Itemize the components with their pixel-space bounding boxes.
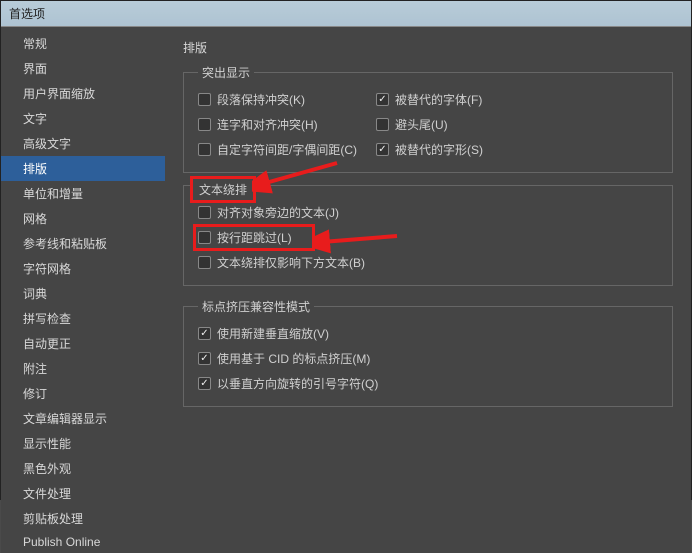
main-groups-highlight-opt-3[interactable]: 避头尾(U) [376, 116, 536, 133]
group-highlight-legend: 突出显示 [198, 64, 254, 81]
main-groups-highlight-checkbox-3[interactable] [376, 118, 389, 131]
page-title: 排版 [183, 39, 673, 56]
sidebar-item-1[interactable]: 界面 [1, 56, 165, 81]
main-groups-highlight-opt-2[interactable]: 连字和对齐冲突(H) [198, 116, 368, 133]
main-groups-wrap-label-0: 对齐对象旁边的文本(J) [217, 204, 339, 221]
group-wrap-legend: 文本绕排 [199, 183, 247, 197]
sidebar: 常规界面用户界面缩放文字高级文字排版单位和增量网格参考线和粘贴板字符网格词典拼写… [1, 27, 165, 553]
main-groups-highlight-label-2: 连字和对齐冲突(H) [217, 116, 318, 133]
window-body: 常规界面用户界面缩放文字高级文字排版单位和增量网格参考线和粘贴板字符网格词典拼写… [1, 27, 691, 553]
sidebar-item-0[interactable]: 常规 [1, 31, 165, 56]
main-groups-wrap-label-2: 文本绕排仅影响下方文本(B) [217, 254, 365, 271]
sidebar-item-19[interactable]: 剪贴板处理 [1, 506, 165, 531]
sidebar-item-20[interactable]: Publish Online [1, 531, 165, 553]
main-groups-compat-checkbox-1[interactable] [198, 352, 211, 365]
sidebar-item-18[interactable]: 文件处理 [1, 481, 165, 506]
main-groups-compat-checkbox-0[interactable] [198, 327, 211, 340]
main-groups-highlight-label-0: 段落保持冲突(K) [217, 91, 305, 108]
main-groups-compat-checkbox-2[interactable] [198, 377, 211, 390]
group-wrap: 文本绕排 对齐对象旁边的文本(J) 按行距跳过(L) 文本绕排仅影响下方文本(B) [183, 185, 673, 286]
main-groups-wrap-checkbox-2[interactable] [198, 256, 211, 269]
main-groups-wrap-checkbox-1[interactable] [198, 231, 211, 244]
main-groups-compat-label-0: 使用新建垂直缩放(V) [217, 325, 329, 342]
sidebar-item-17[interactable]: 黑色外观 [1, 456, 165, 481]
sidebar-item-9[interactable]: 字符网格 [1, 256, 165, 281]
group-compat: 标点挤压兼容性模式 使用新建垂直缩放(V) 使用基于 CID 的标点挤压(M) 以垂… [183, 298, 673, 407]
sidebar-item-15[interactable]: 文章编辑器显示 [1, 406, 165, 431]
sidebar-item-5[interactable]: 排版 [1, 156, 165, 181]
highlight-box-legend: 文本绕排 [190, 176, 256, 203]
main-groups-highlight-opt-0[interactable]: 段落保持冲突(K) [198, 91, 368, 108]
window-title: 首选项 [1, 1, 691, 27]
main-groups-compat-opt-1[interactable]: 使用基于 CID 的标点挤压(M) [198, 350, 658, 367]
sidebar-item-10[interactable]: 词典 [1, 281, 165, 306]
main-groups-wrap-opt-0[interactable]: 对齐对象旁边的文本(J) [198, 204, 658, 221]
main-groups-highlight-label-1: 被替代的字体(F) [395, 91, 482, 108]
sidebar-item-2[interactable]: 用户界面缩放 [1, 81, 165, 106]
sidebar-item-6[interactable]: 单位和增量 [1, 181, 165, 206]
main-groups-wrap-opt-1[interactable]: 按行距跳过(L) [198, 229, 658, 246]
sidebar-item-4[interactable]: 高级文字 [1, 131, 165, 156]
group-compat-legend: 标点挤压兼容性模式 [198, 298, 314, 315]
sidebar-item-12[interactable]: 自动更正 [1, 331, 165, 356]
main-groups-wrap-checkbox-0[interactable] [198, 206, 211, 219]
main-groups-highlight-label-3: 避头尾(U) [395, 116, 448, 133]
main-groups-compat-label-1: 使用基于 CID 的标点挤压(M) [217, 350, 370, 367]
main-groups-highlight-label-4: 自定字符间距/字偶间距(C) [217, 141, 357, 158]
main-groups-wrap-label-1: 按行距跳过(L) [217, 229, 292, 246]
main-groups-highlight-checkbox-4[interactable] [198, 143, 211, 156]
sidebar-item-16[interactable]: 显示性能 [1, 431, 165, 456]
main-groups-highlight-checkbox-0[interactable] [198, 93, 211, 106]
main-groups-highlight-checkbox-2[interactable] [198, 118, 211, 131]
main-groups-highlight-checkbox-5[interactable] [376, 143, 389, 156]
preferences-window: 首选项 常规界面用户界面缩放文字高级文字排版单位和增量网格参考线和粘贴板字符网格… [0, 0, 692, 500]
sidebar-item-7[interactable]: 网格 [1, 206, 165, 231]
main-groups-highlight-label-5: 被替代的字形(S) [395, 141, 483, 158]
main-groups-compat-opt-2[interactable]: 以垂直方向旋转的引号字符(Q) [198, 375, 658, 392]
sidebar-item-3[interactable]: 文字 [1, 106, 165, 131]
group-highlight: 突出显示 段落保持冲突(K) 被替代的字体(F) 连字和对齐冲突(H) 避头尾(U) 自… [183, 64, 673, 173]
main-groups-highlight-opt-4[interactable]: 自定字符间距/字偶间距(C) [198, 141, 368, 158]
main-groups-compat-opt-0[interactable]: 使用新建垂直缩放(V) [198, 325, 658, 342]
sidebar-item-11[interactable]: 拼写检查 [1, 306, 165, 331]
sidebar-item-8[interactable]: 参考线和粘贴板 [1, 231, 165, 256]
sidebar-item-14[interactable]: 修订 [1, 381, 165, 406]
main-groups-highlight-checkbox-1[interactable] [376, 93, 389, 106]
main-groups-wrap-opt-2[interactable]: 文本绕排仅影响下方文本(B) [198, 254, 658, 271]
sidebar-item-13[interactable]: 附注 [1, 356, 165, 381]
main-groups-highlight-opt-1[interactable]: 被替代的字体(F) [376, 91, 536, 108]
main-groups-highlight-opt-5[interactable]: 被替代的字形(S) [376, 141, 536, 158]
main-panel: 排版 突出显示 段落保持冲突(K) 被替代的字体(F) 连字和对齐冲突(H) 避头尾(… [165, 27, 691, 553]
main-groups-compat-label-2: 以垂直方向旋转的引号字符(Q) [217, 375, 378, 392]
